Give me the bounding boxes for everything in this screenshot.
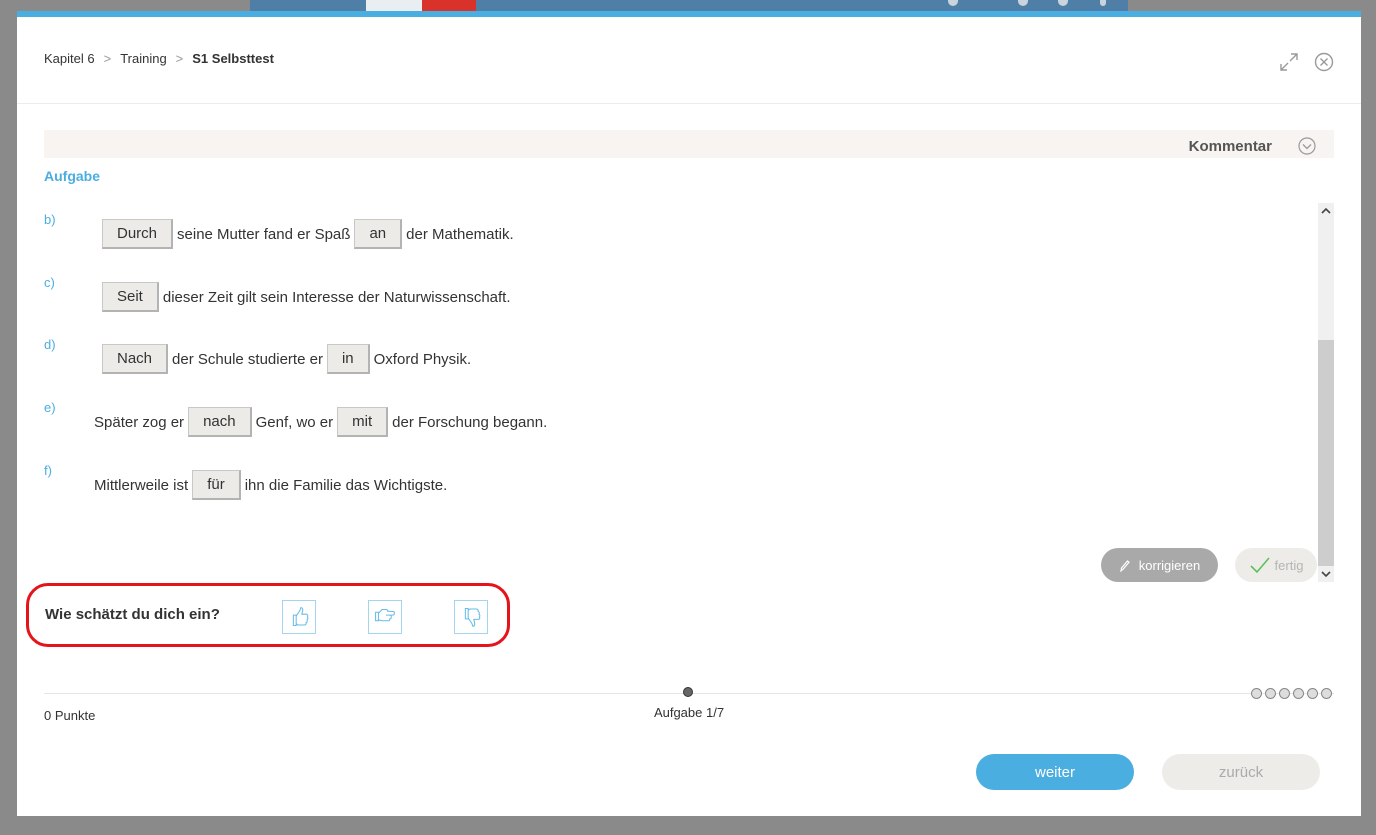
fertig-label: fertig <box>1274 557 1304 573</box>
exercise-text: der Schule studierte er <box>172 350 323 368</box>
exercise-text: Oxford Physik. <box>373 350 472 368</box>
breadcrumb: Kapitel 6 > Training > S1 Selbsttest <box>44 51 274 66</box>
exercise-label: b) <box>44 212 56 227</box>
score-text: 0 Punkte <box>44 708 96 723</box>
exercise-row: c) Seit dieser Zeit gilt sein Interesse de… <box>44 275 511 312</box>
pencil-icon <box>1120 560 1130 572</box>
self-evaluation-question: Wie schätzt du dich ein? <box>45 606 220 623</box>
exercise-label: c) <box>44 275 55 290</box>
task-dot[interactable] <box>1265 688 1276 699</box>
exercise-text: der Forschung begann. <box>392 413 548 431</box>
task-dot[interactable] <box>1251 688 1262 699</box>
exercise-row: b) Durch seine Mutter fand er Spaß an der Ma… <box>44 212 514 249</box>
modal-header: Kapitel 6 > Training > S1 Selbsttest <box>17 17 1361 104</box>
exercise-row: e) Später zog er nach Genf, wo er mit der For… <box>44 400 548 437</box>
exercise-label: f) <box>44 463 52 478</box>
exercise-text: Später zog er <box>94 413 185 431</box>
kommentar-label: Kommentar <box>1188 138 1272 155</box>
answer-blank[interactable]: nach <box>188 407 252 437</box>
answer-blank[interactable]: in <box>326 344 370 374</box>
korrigieren-label: korrigieren <box>1138 557 1201 573</box>
exercise-text: ihn die Familie das Wichtigste. <box>244 476 448 494</box>
korrigieren-button[interactable]: korrigieren <box>1101 548 1218 582</box>
task-dot[interactable] <box>1279 688 1290 699</box>
answer-blank[interactable]: mit <box>337 407 389 437</box>
answer-blank[interactable]: Seit <box>102 282 159 312</box>
exercise-text: der Mathematik. <box>406 225 514 243</box>
exercise-modal: Kapitel 6 > Training > S1 Selbsttest Kom… <box>17 11 1361 816</box>
task-dots[interactable] <box>1251 688 1332 699</box>
kommentar-bar[interactable]: Kommentar <box>44 130 1334 158</box>
answer-blank[interactable]: an <box>354 219 403 249</box>
exercise-row: d) Nach der Schule studierte er in Oxford Ph… <box>44 337 472 374</box>
chevron-down-icon[interactable] <box>1298 137 1316 155</box>
exercise-text: seine Mutter fand er Spaß <box>177 225 351 243</box>
aufgabe-heading: Aufgabe <box>44 168 100 184</box>
exercise-text: Mittlerweile ist <box>94 476 189 494</box>
answer-blank[interactable]: für <box>192 470 241 500</box>
breadcrumb-separator-icon: > <box>103 51 112 66</box>
scroll-up-icon[interactable] <box>1318 203 1334 219</box>
exercise-label: e) <box>44 400 56 415</box>
self-evaluation: Wie schätzt du dich ein? <box>26 583 510 647</box>
task-dot[interactable] <box>1307 688 1318 699</box>
scroll-down-icon[interactable] <box>1318 566 1334 582</box>
check-icon <box>1249 557 1270 574</box>
breadcrumb-item-training[interactable]: Training <box>120 51 166 66</box>
weiter-button[interactable]: weiter <box>976 754 1134 790</box>
fertig-button[interactable]: fertig <box>1235 548 1317 582</box>
exercise-label: d) <box>44 337 56 352</box>
thumbs-sideways-icon[interactable] <box>368 600 402 634</box>
progress-marker <box>683 687 693 697</box>
exercise-row: f) Mittlerweile ist für ihn die Familie das… <box>44 463 448 500</box>
task-dot[interactable] <box>1321 688 1332 699</box>
answer-blank[interactable]: Nach <box>102 344 169 374</box>
exercise-text: dieser Zeit gilt sein Interesse der Natu… <box>162 288 511 306</box>
task-dot[interactable] <box>1293 688 1304 699</box>
breadcrumb-item-current: S1 Selbsttest <box>192 51 274 66</box>
breadcrumb-separator-icon: > <box>175 51 184 66</box>
task-counter: Aufgabe 1/7 <box>653 705 725 720</box>
answer-blank[interactable]: Durch <box>102 219 174 249</box>
zurueck-button[interactable]: zurück <box>1162 754 1320 790</box>
scrollbar-thumb[interactable] <box>1318 340 1334 566</box>
close-icon[interactable] <box>1313 51 1335 73</box>
expand-icon[interactable] <box>1278 51 1300 73</box>
thumbs-up-icon[interactable] <box>282 600 316 634</box>
background-more-icon <box>1100 0 1106 6</box>
breadcrumb-item-kapitel[interactable]: Kapitel 6 <box>44 51 95 66</box>
thumbs-down-icon[interactable] <box>454 600 488 634</box>
exercise-text: Genf, wo er <box>255 413 334 431</box>
